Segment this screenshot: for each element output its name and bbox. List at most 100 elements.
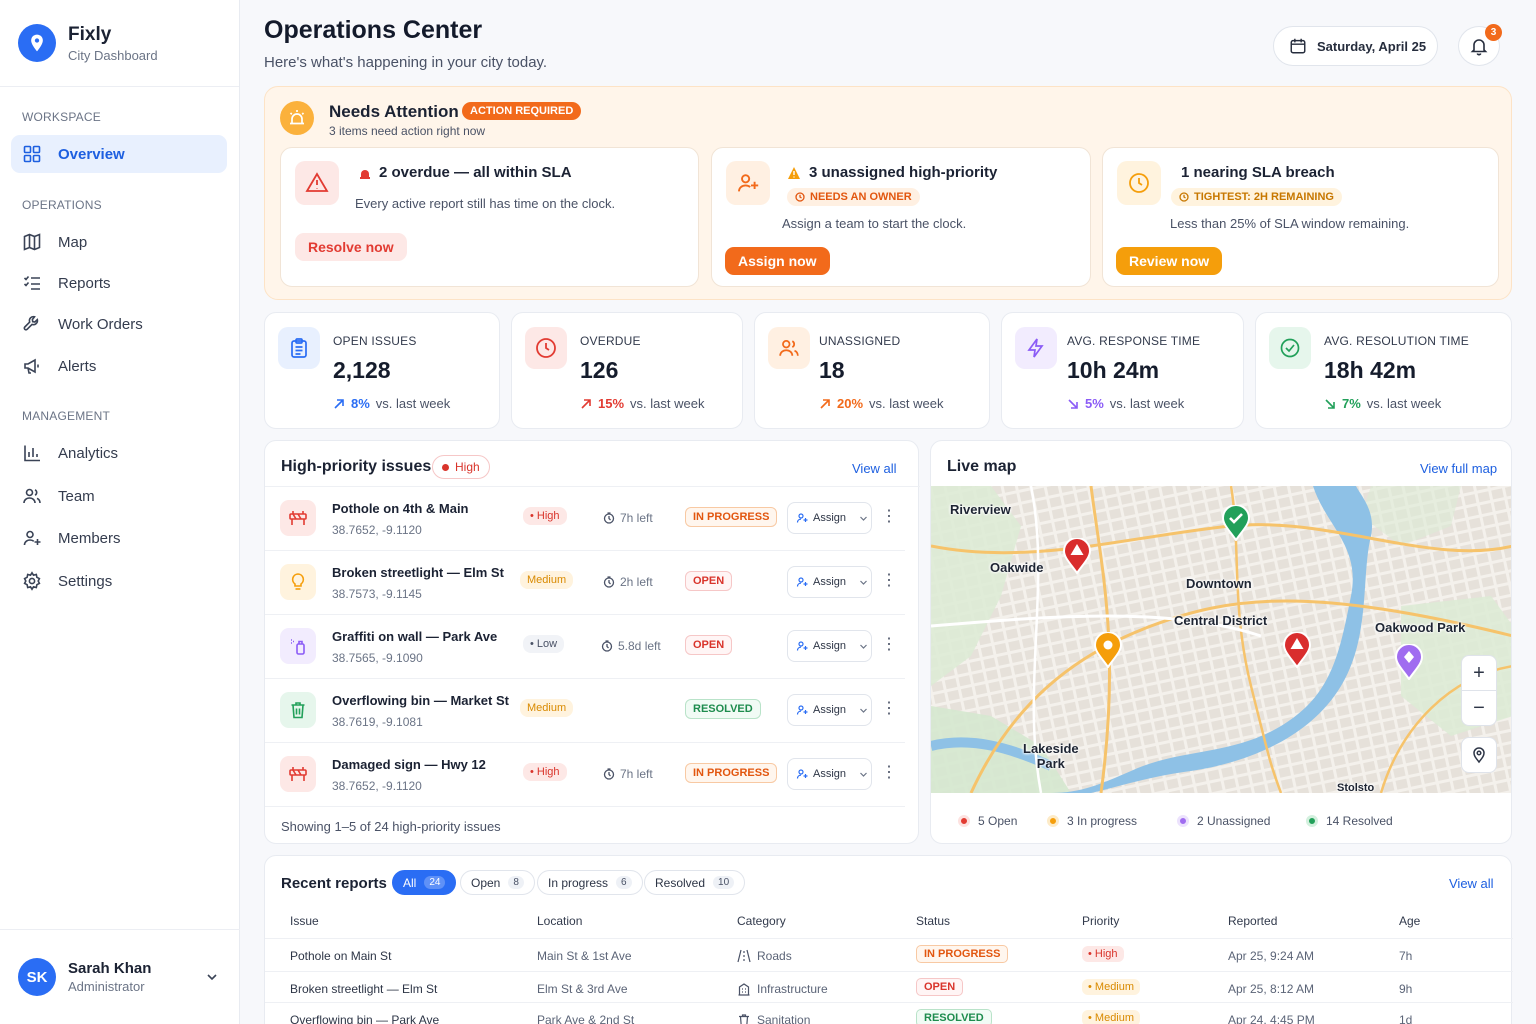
stat-overdue: OVERDUE 126 15% vs. last week: [511, 312, 743, 429]
sidebar-item-analytics[interactable]: Analytics: [11, 434, 227, 472]
red-dot-icon: [442, 463, 449, 471]
overdue-card: 2 overdue — all within SLA Every active …: [280, 147, 699, 287]
view-all-link[interactable]: View all: [1449, 876, 1494, 891]
column-header[interactable]: Location: [537, 914, 582, 928]
date-picker-button[interactable]: Saturday, April 25: [1273, 26, 1438, 66]
view-all-link[interactable]: View all: [852, 461, 897, 476]
map-canvas[interactable]: Riverview Oakwide Downtown Central Distr…: [931, 486, 1511, 793]
more-menu-icon[interactable]: ⋮: [881, 573, 897, 589]
table-row[interactable]: Pothole on Main St Main St & 1st Ave Roa…: [265, 938, 1513, 970]
open-issue-pin-icon[interactable]: [1062, 538, 1092, 574]
arrow-up-right-icon: [820, 398, 830, 409]
issue-row[interactable]: Pothole on 4th & Main 38.7652, -9.1120 •…: [265, 487, 905, 551]
assign-now-button[interactable]: Assign now: [725, 247, 830, 275]
notifications-button[interactable]: 3: [1458, 24, 1502, 66]
issue-row[interactable]: Damaged sign — Hwy 12 38.7652, -9.1120 •…: [265, 743, 905, 807]
sidebar-item-reports[interactable]: Reports: [11, 264, 227, 302]
priority-cell: • High: [1082, 946, 1124, 962]
column-header[interactable]: Reported: [1228, 914, 1277, 928]
issue-coords: 38.7573, -9.1145: [332, 587, 422, 601]
sidebar-item-map[interactable]: Map: [11, 223, 227, 261]
live-map-panel: Live map View full map Riverview Oakwide…: [930, 440, 1512, 844]
column-header[interactable]: Issue: [290, 914, 319, 928]
arrow-down-right-icon: [1068, 398, 1078, 409]
map-label: Oakwood Park: [1375, 620, 1466, 635]
review-now-button[interactable]: Review now: [1116, 247, 1223, 275]
more-menu-icon[interactable]: ⋮: [881, 701, 897, 717]
map-label: Oakwide: [990, 560, 1044, 575]
map-label: Central District: [1174, 613, 1268, 628]
priority-badge: • Medium: [1082, 1010, 1141, 1024]
sidebar-item-alerts[interactable]: Alerts: [11, 347, 227, 385]
sidebar-item-overview[interactable]: Overview: [11, 135, 227, 173]
users-icon: [768, 327, 810, 369]
zoom-in-button[interactable]: +: [1461, 655, 1497, 691]
assign-dropdown[interactable]: Assign: [787, 566, 872, 598]
in-progress-pin-icon[interactable]: [1093, 632, 1123, 668]
legend-open: 5 Open: [958, 814, 1017, 828]
user-role: Administrator: [68, 979, 145, 994]
column-header[interactable]: Status: [916, 914, 950, 928]
zoom-out-button[interactable]: −: [1461, 690, 1497, 726]
tab-resolved[interactable]: Resolved 10: [644, 870, 746, 895]
issue-coords: 38.7619, -9.1081: [332, 715, 423, 729]
stat-avg-resolution: AVG. RESOLUTION TIME 18h 42m 7% vs. last …: [1255, 312, 1512, 429]
issue-name: Broken streetlight — Elm St: [332, 565, 504, 580]
siren-icon: [280, 101, 314, 135]
unassigned-pin-icon[interactable]: [1394, 644, 1424, 680]
clock-icon: [795, 192, 805, 202]
locate-button[interactable]: [1461, 737, 1497, 773]
issue-coords: 38.7652, -9.1120: [332, 779, 422, 793]
calendar-icon: [1290, 38, 1306, 54]
stat-change: 20% vs. last week: [819, 396, 943, 411]
gear-icon: [23, 571, 41, 591]
status-badge: RESOLVED: [685, 699, 761, 719]
sidebar-item-label: Team: [58, 487, 95, 505]
barrier-icon: [280, 756, 316, 792]
assign-dropdown[interactable]: Assign: [787, 694, 872, 726]
attention-subtitle: 3 items need action right now: [329, 124, 486, 138]
map-label: Lakeside Park: [1023, 741, 1079, 771]
view-full-map-link[interactable]: View full map: [1420, 461, 1497, 476]
more-menu-icon[interactable]: ⋮: [881, 509, 897, 525]
stat-unassigned: UNASSIGNED 18 20% vs. last week: [754, 312, 990, 429]
assign-dropdown[interactable]: Assign: [787, 502, 872, 534]
more-menu-icon[interactable]: ⋮: [881, 765, 897, 781]
more-menu-icon[interactable]: ⋮: [881, 637, 897, 653]
chevron-down-icon[interactable]: [205, 970, 219, 984]
sidebar-item-settings[interactable]: Settings: [11, 562, 227, 600]
table-row[interactable]: Overflowing bin — Park Ave Park Ave & 2n…: [265, 1002, 1513, 1024]
open-issue-pin-icon[interactable]: [1282, 632, 1312, 668]
avatar: SK: [18, 958, 56, 996]
user-plus-icon: [796, 769, 808, 779]
tab-open[interactable]: Open 8: [460, 870, 535, 895]
status-badge: OPEN: [685, 571, 733, 591]
notification-count-badge: 3: [1485, 24, 1502, 41]
tab-all[interactable]: All 24: [392, 870, 457, 895]
sidebar-item-members[interactable]: Members: [11, 519, 227, 557]
issue-row[interactable]: Overflowing bin — Market St 38.7619, -9.…: [265, 679, 905, 743]
sidebar-item-team[interactable]: Team: [11, 477, 227, 515]
priority-filter-pill[interactable]: High: [432, 455, 490, 479]
stat-value: 10h 24m: [1067, 357, 1160, 383]
legend-dot-icon: [958, 815, 970, 827]
reported-cell: Apr 24, 4:45 PM: [1228, 1013, 1315, 1024]
issue-row[interactable]: Broken streetlight — Elm St 38.7573, -9.…: [265, 551, 905, 615]
status-cell: RESOLVED: [916, 1009, 992, 1024]
assign-dropdown[interactable]: Assign: [787, 630, 872, 662]
timer-icon: [603, 512, 615, 524]
column-header[interactable]: Category: [737, 914, 786, 928]
resolved-pin-icon[interactable]: [1221, 505, 1251, 541]
issue-row[interactable]: Graffiti on wall — Park Ave 38.7565, -9.…: [265, 615, 905, 679]
bar-chart-icon: [24, 445, 40, 462]
assign-dropdown[interactable]: Assign: [787, 758, 872, 790]
issue-name: Damaged sign — Hwy 12: [332, 757, 486, 772]
column-header[interactable]: Age: [1399, 914, 1420, 928]
tab-in-progress[interactable]: In progress 6: [537, 870, 643, 895]
column-header[interactable]: Priority: [1082, 914, 1119, 928]
user-profile[interactable]: SK Sarah Khan Administrator: [0, 929, 240, 1024]
table-row[interactable]: Broken streetlight — Elm St Elm St & 3rd…: [265, 971, 1513, 1003]
sidebar-item-work-orders[interactable]: Work Orders: [11, 305, 227, 343]
chevron-down-icon: [860, 772, 867, 777]
resolve-now-button[interactable]: Resolve now: [295, 233, 407, 261]
